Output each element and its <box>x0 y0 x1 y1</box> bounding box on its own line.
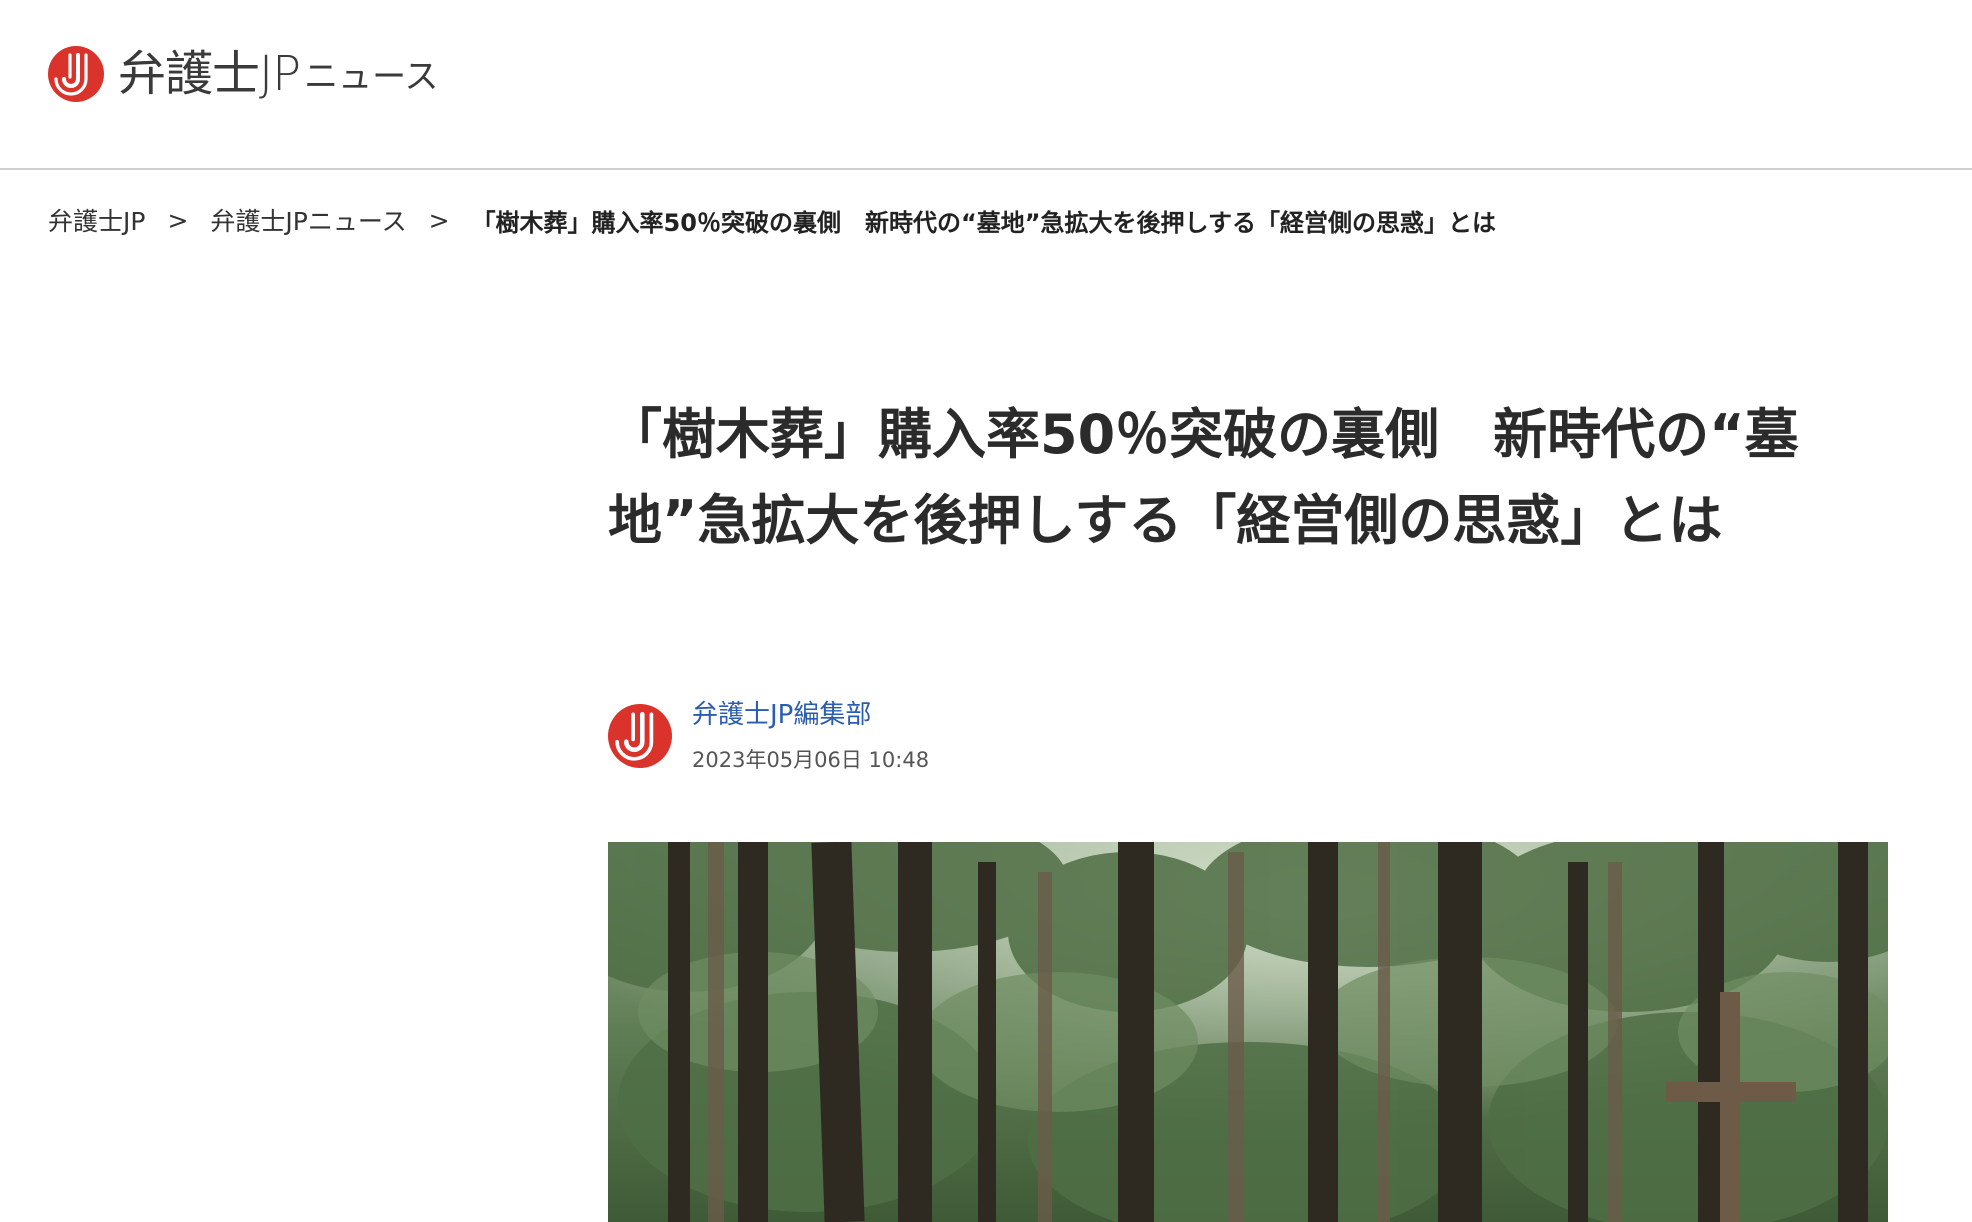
article-title: 「樹木葬」購入率50％突破の裏側 新時代の“墓地”急拡大を後押しする「経営側の思… <box>608 403 1799 552</box>
breadcrumb-separator: > <box>167 205 189 235</box>
hero-image <box>608 842 1888 1222</box>
breadcrumb-item-news[interactable]: 弁護士JPニュース <box>210 202 406 238</box>
forest-photo <box>608 842 1888 1222</box>
site-header: 弁護士JP ニュース <box>0 0 1972 170</box>
breadcrumb-current: 「樹木葬」購入率50％突破の裏側 新時代の“墓地”急拡大を後押しする「経営側の思… <box>471 208 1497 237</box>
logo-subtitle: ニュース <box>304 57 439 97</box>
author-name-link[interactable]: 弁護士JP編集部 <box>692 698 929 732</box>
breadcrumb-separator: > <box>428 205 450 235</box>
breadcrumb-item-home[interactable]: 弁護士JP <box>48 202 145 238</box>
author-avatar-icon[interactable] <box>608 704 672 768</box>
breadcrumb: 弁護士JP > 弁護士JPニュース > 「樹木葬」購入率50％突破の裏側 新時代… <box>48 202 1496 238</box>
published-date: 2023年05月06日 10:48 <box>692 748 930 772</box>
bengoshi-jp-logo-icon <box>48 46 104 102</box>
author-block: 弁護士JP編集部 2023年05月06日 10:48 <box>608 698 929 774</box>
author-info: 弁護士JP編集部 2023年05月06日 10:48 <box>692 698 929 774</box>
logo-name: 弁護士JP <box>118 46 301 102</box>
site-logo[interactable]: 弁護士JP ニュース <box>48 46 438 102</box>
